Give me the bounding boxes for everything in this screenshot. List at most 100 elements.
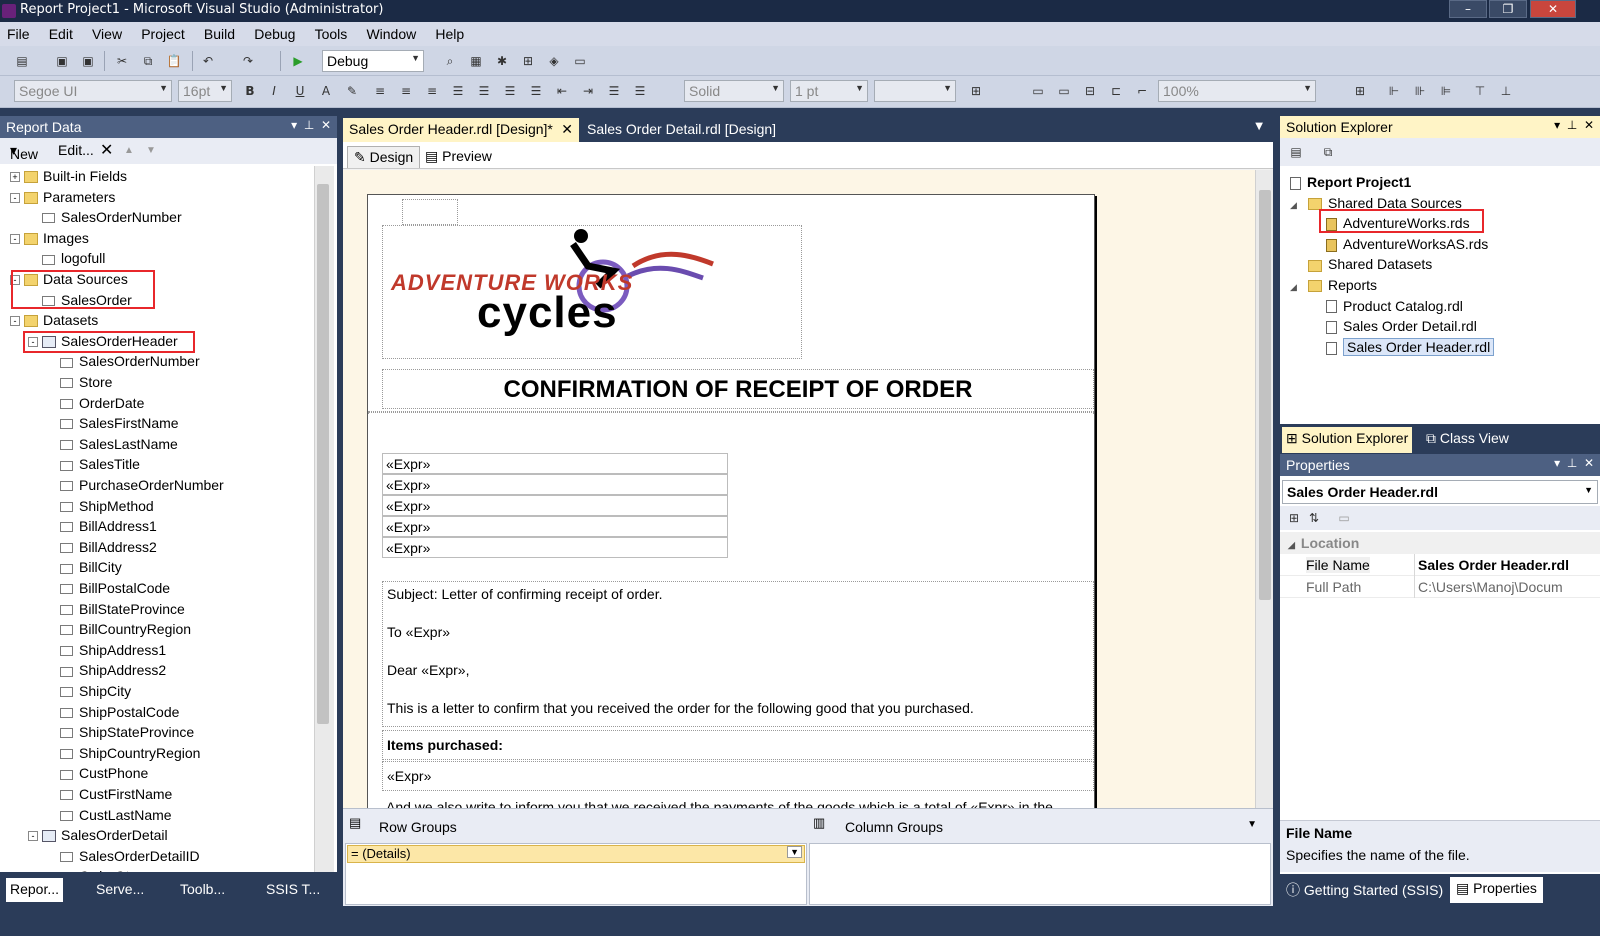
tab-toolbox[interactable]: Toolb... [176,878,229,902]
menu-file[interactable]: File [0,22,38,42]
alphabetical-icon[interactable]: ⇅ [1306,510,1322,526]
solution-node[interactable]: AdventureWorksAS.rds [1326,234,1488,254]
border-color-select[interactable]: ▼ [874,80,956,102]
tab-class-view[interactable]: ⧉ Class View [1426,430,1509,447]
background-color-icon[interactable]: ✎ [344,83,360,99]
letter-body-textbox[interactable]: Subject: Letter of confirming receipt of… [382,581,1094,727]
tab-server-explorer[interactable]: Serve... [92,878,148,902]
designer-scrollbar[interactable] [1255,170,1273,808]
collapse-icon[interactable]: - [10,316,20,327]
properties-icon[interactable]: ▤ [1288,144,1304,160]
categorized-icon[interactable]: ⊞ [1286,510,1302,526]
save-all-icon[interactable]: ▣ [80,53,96,69]
align-tops-icon[interactable]: ⊫ [1438,83,1454,99]
report-heading[interactable]: CONFIRMATION OF RECEIPT OF ORDER [382,369,1094,409]
logo-image[interactable]: ADVENTURE WORKS cycles [382,225,802,359]
bullets-icon[interactable]: ☰ [528,83,544,99]
solution-explorer-icon[interactable]: ▦ [468,53,484,69]
collapse-icon[interactable]: ◢ [1290,277,1308,297]
header-expr-1[interactable]: «Expr» [382,453,728,474]
report-footer-icon[interactable]: ▭ [1056,83,1072,99]
menu-tools[interactable]: Tools [308,22,356,42]
tree-node[interactable]: BillAddress2 [46,537,157,557]
ruler-icon[interactable]: ⌐ [1134,83,1150,99]
underline-icon[interactable]: U [292,83,308,99]
move-down-icon[interactable]: ▼ [146,145,156,156]
solution-node[interactable]: Shared Datasets [1290,254,1432,274]
tree-node[interactable]: BillAddress1 [46,516,157,536]
border-style-select[interactable]: Solid ▼ [684,80,784,102]
report-header-icon[interactable]: ▭ [1030,83,1046,99]
tree-node[interactable]: SalesFirstName [46,413,179,433]
tree-node[interactable]: CustFirstName [46,784,172,804]
menu-help[interactable]: Help [428,22,472,42]
solution-node[interactable]: Sales Order Detail.rdl [1326,316,1477,336]
paste-icon[interactable]: 📋 [166,53,182,69]
align-bottom-icon[interactable]: ☰ [502,83,518,99]
solution-config-select[interactable]: Debug ▼ [322,50,424,72]
increase-indent-icon[interactable]: ⇥ [580,83,596,99]
tree-node[interactable]: CustLastName [46,805,172,825]
minimize-button[interactable]: – [1449,0,1487,18]
tab-preview[interactable]: ▤ Preview [419,146,498,168]
border-width-select[interactable]: 1 pt ▼ [790,80,868,102]
header-expr-2[interactable]: «Expr» [382,474,728,495]
find-icon[interactable]: ⌕ [442,53,458,69]
tree-node[interactable]: ShipAddress1 [46,640,166,660]
tree-node[interactable]: - Parameters [10,187,115,207]
grouping-icon[interactable]: ⊟ [1082,83,1098,99]
tree-node[interactable]: - Images [10,228,89,248]
tree-node[interactable]: BillCountryRegion [46,619,191,639]
align-centers-icon[interactable]: ⊩ [1386,83,1402,99]
tree-node[interactable]: SalesTitle [46,454,140,474]
copy-icon[interactable]: ⧉ [140,53,156,69]
redo-icon[interactable]: ↷ [240,53,256,69]
tree-node[interactable]: ShipPostalCode [46,702,179,722]
collapse-icon[interactable]: - [10,234,20,245]
save-icon[interactable]: ▣ [54,53,70,69]
tab-getting-started[interactable]: ⓘ Getting Started (SSIS) [1286,880,1443,900]
align-top-icon[interactable]: ☰ [450,83,466,99]
tree-node[interactable]: - Datasets [10,310,98,330]
tab-sales-order-header[interactable]: Sales Order Header.rdl [Design]* ✕ [343,118,579,142]
align-left-icon[interactable]: ≡ [372,83,388,99]
start-debugging-icon[interactable]: ▶ [290,53,306,69]
scrollbar-thumb[interactable] [317,184,329,724]
category-location[interactable]: ◢ Location [1280,532,1600,554]
collapse-icon[interactable]: ◢ [1290,195,1308,215]
tree-node[interactable]: PurchaseOrderNumber [46,475,224,495]
align-right-icon[interactable]: ≡ [424,83,440,99]
tree-node[interactable]: SalesLastName [46,434,178,454]
move-up-icon[interactable]: ▲ [124,145,134,156]
font-size-select[interactable]: 16pt ▼ [178,80,232,102]
panel-controls[interactable]: ▾ ⊥ ✕ [1554,456,1594,470]
header-expr-5[interactable]: «Expr» [382,537,728,558]
tree-node[interactable]: BillCity [46,557,122,577]
maximize-button[interactable]: ❐ [1489,0,1527,18]
start-page-icon[interactable]: ▭ [572,53,588,69]
tab-report-data[interactable]: Repor... [6,878,64,902]
menu-debug[interactable]: Debug [247,22,303,42]
menu-window[interactable]: Window [359,22,424,42]
details-group[interactable]: = (Details) ▼ [347,845,805,863]
object-browser-icon[interactable]: ◈ [546,53,562,69]
scrollbar-thumb[interactable] [1259,190,1271,600]
tab-overflow-icon[interactable]: ▼ [1255,121,1263,132]
property-row-file-name[interactable]: File Name Sales Order Header.rdl [1280,554,1600,576]
property-row-full-path[interactable]: Full Path C:\Users\Manoj\Docum [1280,576,1600,598]
tree-node[interactable]: logofull [28,248,105,268]
solution-node[interactable]: ◢ Reports [1290,275,1377,295]
menu-project[interactable]: Project [134,22,193,42]
tab-solution-explorer[interactable]: ⊞ Solution Explorer [1282,427,1413,453]
tab-sales-order-detail[interactable]: Sales Order Detail.rdl [Design] [581,118,782,142]
undo-icon[interactable]: ↶ [200,53,216,69]
header-expr-4[interactable]: «Expr» [382,516,728,537]
tab-design[interactable]: ✎ Design [347,146,421,168]
tree-node[interactable]: ShipMethod [46,496,154,516]
menu-edit[interactable]: Edit [42,22,81,42]
chevron-down-icon[interactable]: ▼ [787,846,802,858]
solution-node[interactable]: Product Catalog.rdl [1326,296,1463,316]
grouping-options-icon[interactable]: ▼ [1247,819,1257,830]
tree-node[interactable]: ShipCountryRegion [46,743,200,763]
align-rights-icon[interactable]: ⊪ [1412,83,1428,99]
